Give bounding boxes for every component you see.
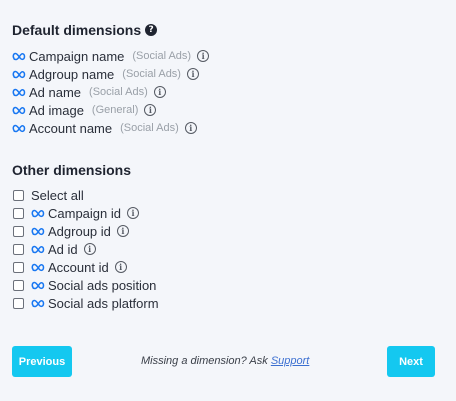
previous-button[interactable]: Previous bbox=[12, 346, 72, 377]
other-dimension-item[interactable]: Social ads platform bbox=[12, 294, 159, 312]
other-dimension-item[interactable]: Account id i bbox=[12, 258, 159, 276]
other-dimension-item[interactable]: Campaign id i bbox=[12, 204, 159, 222]
other-dimensions-heading: Other dimensions bbox=[12, 162, 132, 178]
meta-icon bbox=[12, 124, 27, 133]
other-dimensions-list: Select all Campaign id i Adgroup id i Ad… bbox=[12, 186, 159, 312]
default-dimension-item: Ad image (General) i bbox=[12, 101, 209, 119]
info-icon[interactable]: i bbox=[144, 104, 157, 116]
info-icon[interactable]: i bbox=[184, 122, 197, 134]
dimension-checkbox[interactable] bbox=[13, 225, 24, 237]
meta-icon bbox=[12, 88, 27, 97]
info-icon[interactable]: i bbox=[116, 225, 129, 237]
other-dimension-item[interactable]: Social ads position bbox=[12, 276, 159, 294]
other-dimension-item[interactable]: Ad id i bbox=[12, 240, 159, 258]
default-dimensions-heading: Default dimensions ? bbox=[12, 22, 158, 38]
meta-icon bbox=[12, 106, 27, 115]
default-dimension-item: Campaign name (Social Ads) i bbox=[12, 47, 210, 65]
select-all-checkbox[interactable] bbox=[13, 189, 24, 201]
next-button[interactable]: Next bbox=[387, 346, 435, 377]
meta-icon bbox=[31, 299, 46, 308]
meta-icon bbox=[31, 209, 46, 218]
info-icon[interactable]: i bbox=[127, 207, 139, 219]
meta-icon bbox=[31, 245, 46, 254]
meta-icon bbox=[31, 281, 46, 290]
meta-icon bbox=[31, 263, 46, 272]
support-link[interactable]: Support bbox=[271, 355, 310, 367]
info-icon[interactable]: i bbox=[83, 243, 96, 255]
dimension-checkbox[interactable] bbox=[13, 207, 24, 219]
meta-icon bbox=[12, 52, 27, 61]
meta-icon bbox=[12, 70, 27, 79]
dimension-checkbox[interactable] bbox=[13, 297, 24, 309]
default-dimensions-list: Campaign name (Social Ads) i Adgroup nam… bbox=[12, 47, 210, 137]
dimension-checkbox[interactable] bbox=[13, 279, 24, 291]
dimension-checkbox[interactable] bbox=[13, 243, 24, 255]
select-all-row[interactable]: Select all bbox=[12, 186, 159, 204]
default-dimension-item: Account name (Social Ads) i bbox=[12, 119, 209, 137]
info-icon[interactable]: i bbox=[153, 86, 166, 98]
other-dimension-item[interactable]: Adgroup id i bbox=[12, 222, 159, 240]
meta-icon bbox=[31, 227, 46, 236]
dimension-checkbox[interactable] bbox=[13, 261, 24, 273]
info-icon[interactable]: i bbox=[186, 68, 199, 80]
info-icon[interactable]: i bbox=[114, 261, 127, 273]
default-dimension-item: Adgroup name (Social Ads) i bbox=[12, 65, 209, 83]
default-dimension-item: Ad name (Social Ads) i bbox=[12, 83, 209, 101]
missing-dimension-note: Missing a dimension? Ask Support bbox=[141, 355, 310, 367]
info-icon[interactable]: i bbox=[197, 50, 210, 62]
help-icon[interactable]: ? bbox=[145, 24, 158, 36]
